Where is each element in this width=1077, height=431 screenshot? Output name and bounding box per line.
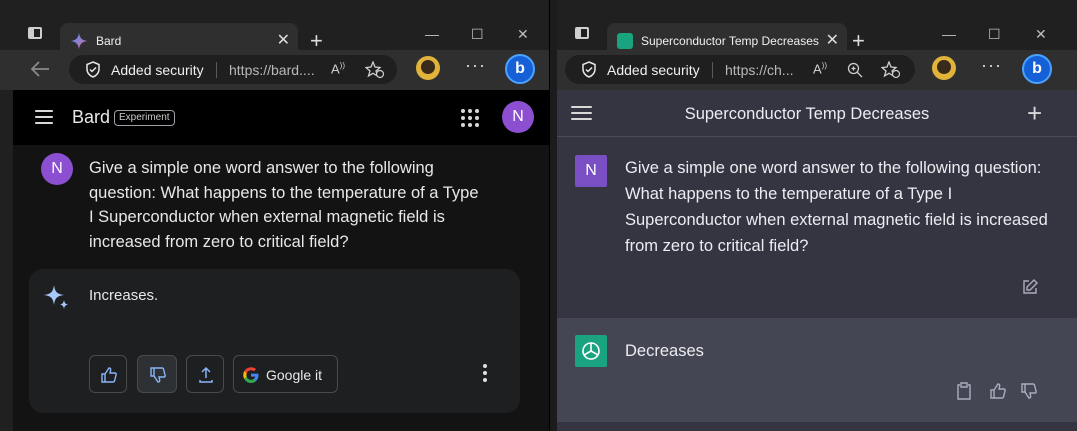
- google-g-icon: [243, 367, 259, 383]
- bing-copilot-icon[interactable]: b: [505, 54, 535, 84]
- chatgpt-page: Superconductor Temp Decreases + N Give a…: [557, 90, 1077, 431]
- thumbs-up-icon[interactable]: [989, 382, 1007, 400]
- divider: [712, 62, 713, 78]
- more-options-icon[interactable]: ···: [465, 55, 486, 76]
- bard-sparkle-icon: [44, 285, 68, 309]
- browser-window-left: Bard ✕ + — ☐ ✕ Added security https://ba…: [0, 0, 550, 431]
- user-prompt: Give a simple one word answer to the fol…: [625, 159, 1048, 255]
- user-avatar[interactable]: N: [502, 101, 534, 133]
- tab-actions-icon[interactable]: [28, 27, 42, 39]
- favorite-add-icon[interactable]: [881, 61, 901, 79]
- openai-logo-icon: [617, 33, 633, 49]
- assistant-message-row: Decreases: [557, 318, 1077, 431]
- tab-bar: Bard ✕ + — ☐ ✕: [0, 8, 549, 59]
- profile-avatar[interactable]: [932, 56, 956, 80]
- experiment-badge: Experiment: [114, 110, 175, 126]
- more-options-icon[interactable]: [483, 364, 487, 385]
- minimize-icon[interactable]: —: [425, 26, 439, 42]
- chatgpt-header: Superconductor Temp Decreases +: [557, 90, 1077, 137]
- tab-actions-icon[interactable]: [575, 27, 589, 39]
- menu-icon[interactable]: [35, 110, 53, 124]
- shield-icon: [582, 61, 596, 78]
- browser-window-right: Superconductor Temp Decreases ✕ + — ☐ ✕ …: [557, 0, 1077, 431]
- tab-close-icon[interactable]: ✕: [277, 30, 290, 50]
- user-avatar: N: [41, 153, 73, 185]
- google-it-button[interactable]: Google it: [233, 355, 338, 393]
- response-text: Decreases: [625, 342, 704, 360]
- read-aloud-icon[interactable]: A)): [813, 61, 827, 76]
- read-aloud-icon[interactable]: A)): [331, 61, 345, 76]
- zoom-icon[interactable]: [847, 62, 863, 78]
- security-label: Added security: [111, 62, 204, 78]
- favorite-add-icon[interactable]: [365, 61, 385, 79]
- thumbs-down-button[interactable]: [137, 355, 177, 393]
- tab-title: Bard: [96, 34, 122, 48]
- copy-icon[interactable]: [956, 382, 972, 400]
- share-icon: [199, 366, 213, 383]
- thumbs-down-icon[interactable]: [1020, 382, 1038, 400]
- tab-title: Superconductor Temp Decreases: [641, 34, 819, 48]
- address-bar: Added security https://ch... A)) ··· b: [557, 50, 1077, 90]
- maximize-icon[interactable]: ☐: [988, 26, 1001, 43]
- bard-page: Bard Experiment N N Give a simple one wo…: [13, 90, 549, 431]
- user-message-row: N Give a simple one word answer to the f…: [557, 137, 1077, 318]
- bard-header: Bard Experiment N: [13, 90, 549, 145]
- tab-close-icon[interactable]: ✕: [826, 30, 839, 50]
- url-text: https://ch...: [725, 62, 794, 78]
- google-it-label: Google it: [266, 367, 323, 383]
- address-bar: Added security https://bard.... A)) ··· …: [0, 50, 549, 90]
- url-field[interactable]: Added security https://bard.... A)): [69, 55, 397, 84]
- page-bottom: [557, 422, 1077, 431]
- new-chat-icon[interactable]: +: [1027, 98, 1042, 129]
- edit-icon[interactable]: [1021, 278, 1039, 296]
- user-prompt: Give a simple one word answer to the fol…: [89, 159, 479, 251]
- thumbs-up-icon: [101, 367, 117, 383]
- conversation-title: Superconductor Temp Decreases: [684, 105, 930, 123]
- response-text: Increases.: [89, 287, 159, 304]
- close-window-icon[interactable]: ✕: [1035, 26, 1047, 43]
- user-avatar: N: [575, 155, 607, 187]
- maximize-icon[interactable]: ☐: [471, 26, 484, 43]
- apps-grid-icon[interactable]: [461, 109, 479, 127]
- close-window-icon[interactable]: ✕: [517, 26, 529, 43]
- url-text: https://bard....: [229, 62, 315, 78]
- profile-avatar[interactable]: [416, 56, 440, 80]
- minimize-icon[interactable]: —: [942, 26, 956, 42]
- url-field[interactable]: Added security https://ch... A)): [565, 55, 915, 84]
- share-button[interactable]: [186, 355, 224, 393]
- security-label: Added security: [607, 62, 700, 78]
- openai-logo-icon: [575, 335, 607, 367]
- thumbs-up-button[interactable]: [89, 355, 127, 393]
- app-title: Bard: [72, 107, 111, 127]
- divider: [216, 62, 217, 78]
- bard-sparkle-icon: [70, 32, 88, 50]
- shield-icon: [86, 61, 100, 78]
- bing-copilot-icon[interactable]: b: [1022, 54, 1052, 84]
- thumbs-down-icon: [150, 367, 166, 383]
- tab-bar: Superconductor Temp Decreases ✕ + — ☐ ✕: [557, 8, 1077, 59]
- more-options-icon[interactable]: ···: [981, 55, 1002, 76]
- response-card: Increases. Google it: [29, 269, 520, 413]
- back-arrow-icon[interactable]: [30, 60, 50, 78]
